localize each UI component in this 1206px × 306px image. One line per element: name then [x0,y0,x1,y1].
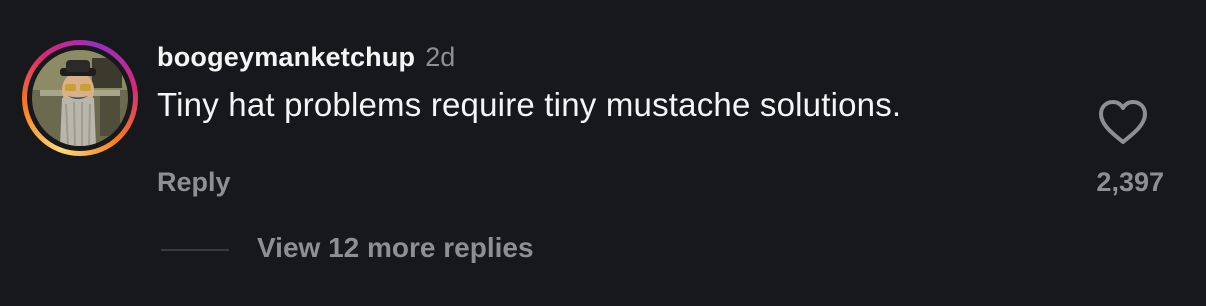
avatar-image [32,50,128,146]
reply-button[interactable]: Reply [157,167,231,198]
replies-divider [161,249,229,251]
like-button[interactable] [1097,98,1149,146]
avatar-story-ring[interactable] [22,40,138,156]
like-count[interactable]: 2,397 [1096,167,1164,198]
view-more-replies-button[interactable]: View 12 more replies [257,232,534,264]
comment-text: Tiny hat problems require tiny mustache … [157,86,902,123]
avatar[interactable] [32,50,128,146]
heart-outline-icon [1099,100,1147,144]
comment-timestamp: 2d [425,42,456,72]
comment-header: boogeymanketchup 2d [157,42,455,78]
username-link[interactable]: boogeymanketchup [157,42,415,73]
avatar-ring-gap [27,45,133,151]
